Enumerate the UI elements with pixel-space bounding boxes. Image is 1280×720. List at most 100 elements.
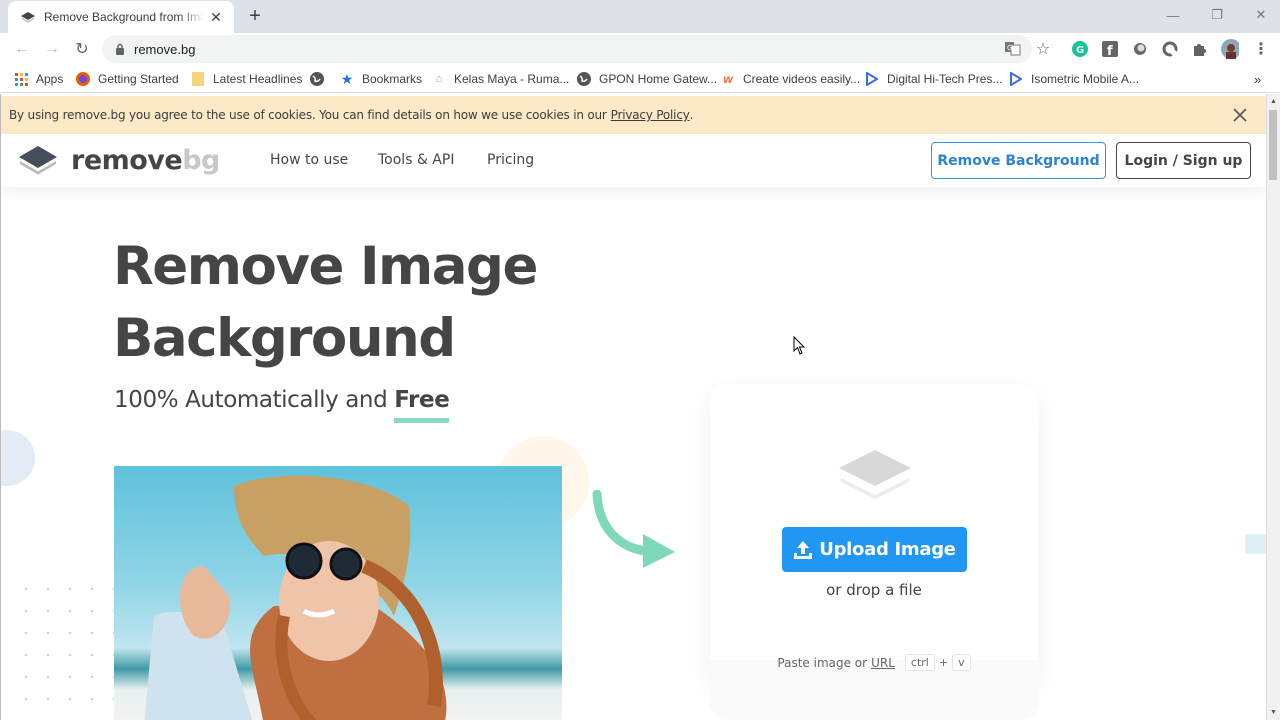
bookmark-gpon[interactable]: GPON Home Gatew... <box>577 70 717 88</box>
bookmark-star-icon[interactable]: ☆ <box>1034 40 1052 58</box>
bookmarks-bar: Apps Getting Started Latest Headlines ★ … <box>0 65 1280 93</box>
browser-menu-icon[interactable]: ⋮ <box>1252 40 1270 58</box>
reload-icon[interactable]: ↻ <box>70 37 94 61</box>
tab-title: Remove Background from Image <box>44 10 204 24</box>
scroll-up-icon[interactable]: ▲ <box>1270 98 1277 105</box>
page-scrollbar[interactable]: ▲ ▼ <box>1266 94 1280 720</box>
kelas-icon: ⌂ <box>435 73 443 85</box>
bookmark-getting-started[interactable]: Getting Started <box>76 70 179 88</box>
removebg-logo[interactable]: remove bg <box>17 144 220 176</box>
profile-avatar[interactable] <box>1221 39 1239 59</box>
bookmark-label: Apps <box>36 72 64 86</box>
paste-hint: Paste image or URL ctrl + v <box>710 654 1038 671</box>
bookmark-kelas-maya[interactable]: ⌂ Kelas Maya - Ruma... <box>432 70 570 88</box>
logo-word-bg: bg <box>182 144 220 176</box>
w-icon: w <box>723 72 733 86</box>
nav-how-to-use[interactable]: How to use <box>270 152 348 168</box>
svg-text:G: G <box>1007 44 1012 52</box>
forward-icon[interactable]: → <box>40 37 64 61</box>
kbd-plus: + <box>938 656 949 669</box>
new-tab-button[interactable]: + <box>244 5 266 27</box>
browser-window: Remove Background from Image ✕ + — ❐ ✕ ←… <box>0 0 1280 720</box>
address-bar[interactable]: remove.bg <box>102 35 1032 63</box>
svg-text:G: G <box>1076 45 1084 56</box>
hero-title-line2: Background <box>113 308 456 369</box>
hero-title: Remove Image Background <box>113 231 538 375</box>
upload-image-button[interactable]: Upload Image <box>782 527 967 572</box>
folder-icon <box>191 72 205 86</box>
tab-close-icon[interactable]: ✕ <box>208 9 224 25</box>
grammarly-icon[interactable]: G <box>1071 40 1089 58</box>
bookmark-latest-headlines[interactable]: Latest Headlines <box>191 70 302 88</box>
restore-icon[interactable]: ❐ <box>1194 0 1240 30</box>
tab-remove-bg[interactable]: Remove Background from Image ✕ <box>8 1 234 33</box>
translate-icon[interactable]: G <box>1004 40 1022 58</box>
upload-icon <box>794 540 813 559</box>
url-text: remove.bg <box>134 41 196 57</box>
bookmark-label: Isometric Mobile A... <box>1031 72 1140 86</box>
paste-text: Paste image or <box>777 655 868 670</box>
facebook-icon[interactable]: f <box>1101 40 1119 58</box>
logo-layers-icon <box>19 146 57 175</box>
nav-pricing[interactable]: Pricing <box>487 152 534 168</box>
bookmark-digital-hitech[interactable]: Digital Hi-Tech Pres... <box>865 70 1002 88</box>
globe-icon <box>577 72 591 86</box>
scrollbar-thumb[interactable] <box>1269 110 1277 180</box>
kbd-ctrl: ctrl <box>904 654 935 671</box>
logo-word-remove: remove <box>71 144 183 176</box>
bookmark-create-videos[interactable]: w Create videos easily... <box>721 70 860 88</box>
upload-button-label: Upload Image <box>819 539 956 560</box>
bookmark-label: Bookmarks <box>362 72 423 86</box>
globe-icon <box>310 72 324 86</box>
nav-tools-api[interactable]: Tools & API <box>378 152 454 168</box>
cookie-text: By using remove.bg you agree to the use … <box>9 108 607 122</box>
remove-background-button[interactable]: Remove Background <box>931 142 1106 179</box>
woman-with-hat-illustration <box>144 475 447 720</box>
puzzle-icon[interactable] <box>1191 40 1209 58</box>
minimize-icon[interactable]: — <box>1150 0 1196 30</box>
login-signup-button[interactable]: Login / Sign up <box>1116 142 1251 179</box>
circle-extension-icon[interactable] <box>1131 40 1149 58</box>
cookie-banner: By using remove.bg you agree to the use … <box>1 96 1266 134</box>
bookmark-label: Latest Headlines <box>213 72 303 86</box>
page-content: By using remove.bg you agree to the use … <box>0 94 1266 720</box>
bookmark-globe[interactable] <box>310 70 332 88</box>
play-icon <box>865 72 879 86</box>
decorative-circle <box>1 430 35 486</box>
kbd-v: v <box>952 654 971 671</box>
site-header: remove bg How to use Tools & API Pricing… <box>1 134 1266 187</box>
example-photo <box>114 466 562 720</box>
mouse-cursor-icon <box>793 336 806 355</box>
svg-text:f: f <box>1107 44 1113 57</box>
image-stack-icon <box>839 450 911 499</box>
bookmarks-overflow-button[interactable]: » <box>1254 70 1261 88</box>
bookmark-bookmarks[interactable]: ★ Bookmarks <box>340 70 422 88</box>
star-icon: ★ <box>340 70 354 87</box>
play-icon <box>1009 72 1023 86</box>
hero-title-line1: Remove Image <box>113 236 538 297</box>
curved-arrow-icon <box>592 490 675 568</box>
cookie-close-icon[interactable] <box>1231 106 1249 124</box>
bookmark-isometric[interactable]: Isometric Mobile A... <box>1009 70 1139 88</box>
removebg-favicon-icon <box>21 12 35 23</box>
lock-icon <box>116 43 124 55</box>
decorative-dot-grid <box>15 578 115 720</box>
bookmark-label: Getting Started <box>98 72 179 86</box>
cookie-suffix: . <box>689 108 694 122</box>
window-close-icon[interactable]: ✕ <box>1238 0 1280 30</box>
tab-strip: Remove Background from Image ✕ + — ❐ ✕ <box>0 0 1280 33</box>
decorative-square <box>1245 534 1266 554</box>
bookmark-label: Create videos easily... <box>743 72 861 86</box>
refresh-extension-icon[interactable] <box>1161 40 1179 58</box>
bookmark-label: Digital Hi-Tech Pres... <box>887 72 1003 86</box>
apps-grid-icon <box>14 72 28 86</box>
back-icon[interactable]: ← <box>10 37 34 61</box>
bookmark-label: Kelas Maya - Ruma... <box>454 72 570 86</box>
scroll-down-icon[interactable]: ▼ <box>1270 709 1277 716</box>
privacy-policy-link[interactable]: Privacy Policy <box>611 108 690 122</box>
hero-subtitle: 100% Automatically and Free <box>114 387 450 423</box>
bookmark-label: GPON Home Gatew... <box>599 72 718 86</box>
paste-url-link[interactable]: URL <box>871 656 895 670</box>
bookmark-apps[interactable]: Apps <box>14 70 63 88</box>
subtitle-emphasis: Free <box>394 387 450 423</box>
